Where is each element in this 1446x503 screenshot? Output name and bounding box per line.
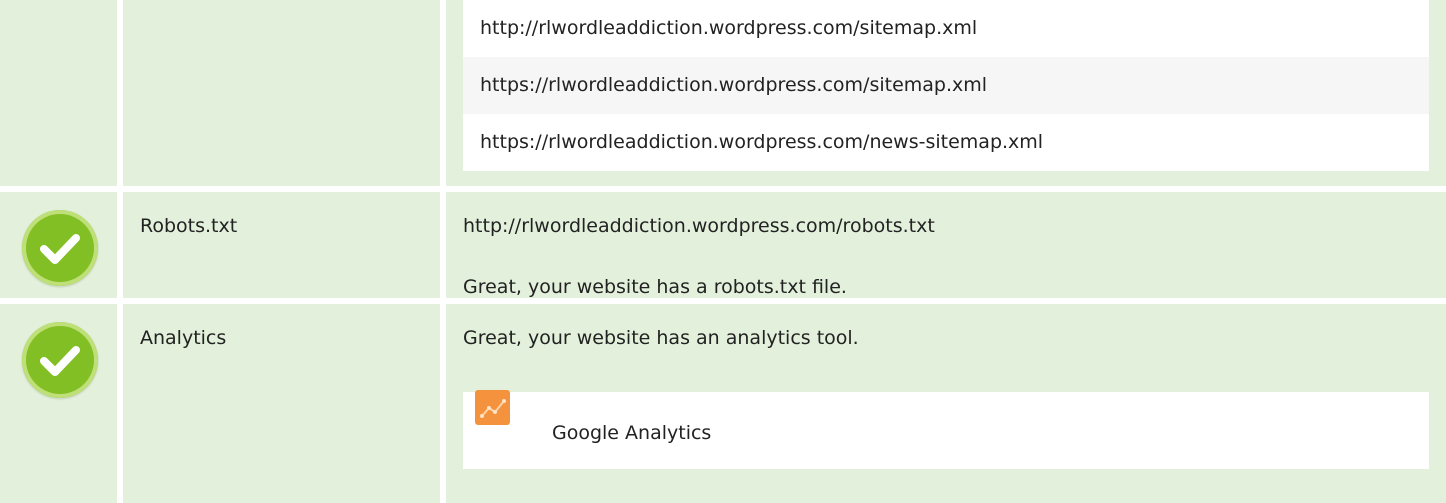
status-cell: [0, 0, 117, 186]
status-cell: [0, 304, 117, 503]
sitemap-item: http://rlwordleaddiction.wordpress.com/s…: [463, 0, 1429, 57]
value-cell: http://rlwordleaddiction.wordpress.com/r…: [446, 192, 1446, 298]
sitemap-row: http://rlwordleaddiction.wordpress.com/s…: [0, 0, 1446, 186]
google-analytics-icon: [475, 390, 510, 425]
analytics-row: Analytics Great, your website has an ana…: [0, 304, 1446, 503]
check-icon: [22, 210, 98, 286]
check-icon: [22, 322, 98, 398]
analytics-tool-name: Google Analytics: [552, 422, 712, 444]
robots-message: Great, your website has a robots.txt fil…: [463, 276, 847, 298]
analytics-tool-item: Google Analytics: [463, 390, 1429, 469]
robots-url: http://rlwordleaddiction.wordpress.com/r…: [463, 215, 935, 237]
label-cell: Analytics: [123, 304, 440, 503]
value-cell: Great, your website has an analytics too…: [446, 304, 1446, 503]
label-cell: Robots.txt: [123, 192, 440, 298]
label-cell: [123, 0, 440, 186]
analytics-label: Analytics: [140, 327, 227, 349]
status-cell: [0, 192, 117, 298]
robots-row: Robots.txt http://rlwordleaddiction.word…: [0, 192, 1446, 298]
sitemap-item: https://rlwordleaddiction.wordpress.com/…: [463, 57, 1429, 114]
sitemap-list: http://rlwordleaddiction.wordpress.com/s…: [446, 0, 1446, 186]
robots-label: Robots.txt: [140, 215, 238, 237]
sitemap-item: https://rlwordleaddiction.wordpress.com/…: [463, 114, 1429, 171]
analytics-message: Great, your website has an analytics too…: [463, 327, 859, 349]
